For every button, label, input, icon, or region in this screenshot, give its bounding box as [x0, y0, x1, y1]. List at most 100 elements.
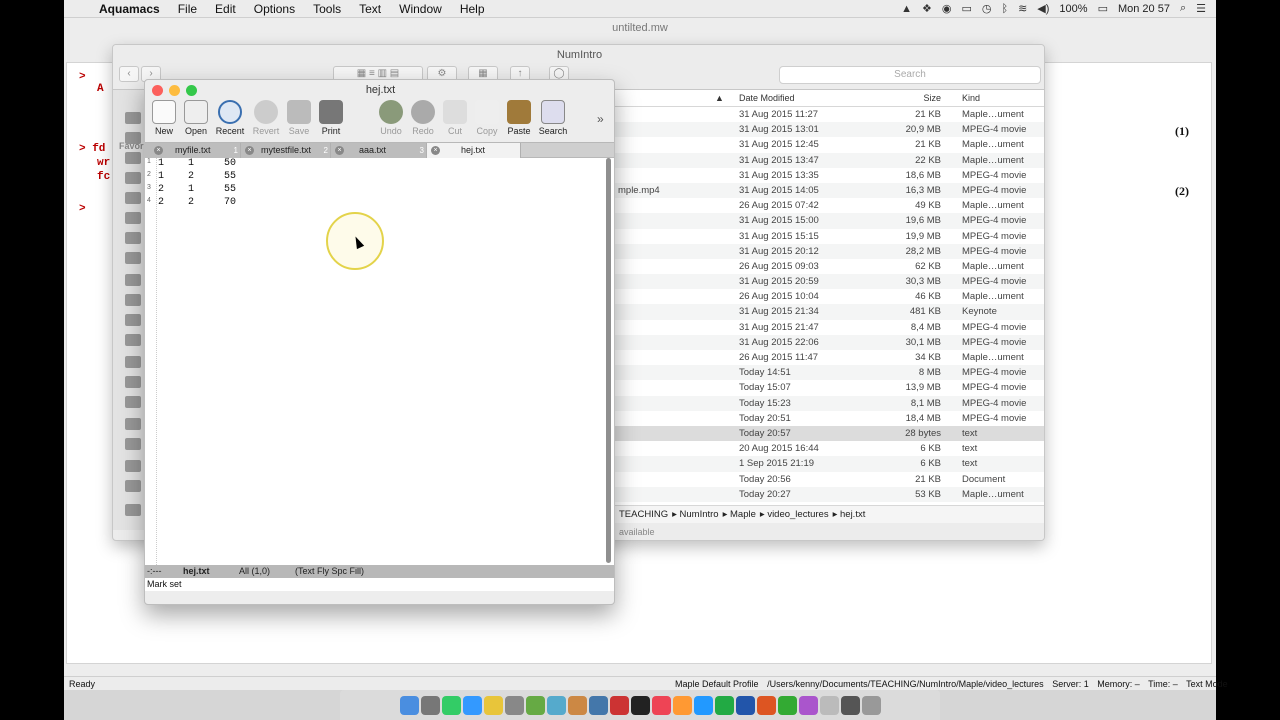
file-row[interactable]: 31 Aug 2015 15:15 19,9 MB MPEG-4 movie	[615, 229, 1044, 244]
sidebar-applications-icon[interactable]	[125, 152, 141, 164]
app-dock-icon[interactable]	[777, 695, 797, 715]
cut-button[interactable]: Cut	[437, 100, 473, 136]
file-row[interactable]: 31 Aug 2015 20:59 30,3 MB MPEG-4 movie	[615, 274, 1044, 290]
file-row[interactable]: 31 Aug 2015 13:47 22 KB Maple…ument	[615, 152, 1044, 168]
tab-mytestfile[interactable]: × mytestfile.txt 2	[241, 143, 331, 158]
sidebar-cloud-icon[interactable]	[125, 132, 141, 144]
sidebar-folder-icon[interactable]	[125, 112, 141, 124]
finder-dock-icon[interactable]	[399, 695, 419, 715]
sidebar-movies-icon[interactable]	[125, 232, 141, 244]
file-row[interactable]: 31 Aug 2015 13:01 20,9 MB MPEG-4 movie	[615, 122, 1044, 138]
file-row[interactable]: 31 Aug 2015 12:45 21 KB Maple…ument	[615, 137, 1044, 152]
time-machine-icon[interactable]: ◷	[982, 2, 992, 15]
sidebar-folder-icon[interactable]	[125, 294, 141, 306]
text-editor[interactable]: 1 1 1 50 2 1 2 55 3 2 1 55 4 2 2 70	[145, 158, 614, 565]
terminal-dock-icon[interactable]	[630, 695, 650, 715]
spotlight-icon[interactable]: ⌕	[1180, 2, 1186, 15]
file-row[interactable]: 20 Aug 2015 16:44 6 KB text	[615, 441, 1044, 456]
sidebar-folder-icon[interactable]	[125, 480, 141, 492]
sidebar-downloads-icon[interactable]	[125, 212, 141, 224]
file-row[interactable]: 31 Aug 2015 21:34 481 KB Keynote	[615, 304, 1044, 320]
sidebar-folder-icon[interactable]	[125, 334, 141, 346]
recent-button[interactable]: Recent	[212, 100, 248, 136]
file-row[interactable]: Today 20:51 18,4 MB MPEG-4 movie	[615, 411, 1044, 426]
search-input[interactable]: Search	[779, 66, 1041, 84]
sort-chevron-icon[interactable]: ▲	[715, 90, 724, 107]
file-row[interactable]: 31 Aug 2015 20:12 28,2 MB MPEG-4 movie	[615, 243, 1044, 259]
app-dock-icon[interactable]	[819, 695, 839, 715]
file-row[interactable]: 31 Aug 2015 11:27 21 KB Maple…ument	[615, 107, 1044, 122]
file-row[interactable]: 31 Aug 2015 21:47 8,4 MB MPEG-4 movie	[615, 320, 1044, 335]
battery-percent[interactable]: 100%	[1059, 3, 1087, 15]
file-row[interactable]: 1 Sep 2015 21:19 6 KB text	[615, 456, 1044, 472]
file-row[interactable]: Today 15:07 13,9 MB MPEG-4 movie	[615, 380, 1044, 395]
notification-center-icon[interactable]: ☰	[1196, 2, 1206, 15]
path-segment[interactable]: video_lectures	[767, 509, 828, 520]
menu-tools[interactable]: Tools	[304, 2, 350, 16]
sidebar-music-icon[interactable]	[125, 252, 141, 264]
dropbox-icon[interactable]: ❖	[922, 2, 932, 15]
file-row[interactable]: Today 20:27 53 KB Maple…ument	[615, 486, 1044, 502]
file-row[interactable]: Today 20:57 28 bytes text	[615, 425, 1044, 442]
sidebar-folder-icon[interactable]	[125, 356, 141, 368]
redo-button[interactable]: Redo	[405, 100, 441, 136]
paste-button[interactable]: Paste	[501, 100, 537, 136]
sidebar-folder-icon[interactable]	[125, 418, 141, 430]
word-dock-icon[interactable]	[735, 695, 755, 715]
sidebar-folder-icon[interactable]	[125, 376, 141, 388]
tab-close-icon[interactable]: ×	[154, 146, 163, 155]
bluetooth-icon[interactable]: ᛒ	[1001, 3, 1008, 15]
path-segment[interactable]: TEACHING	[619, 509, 668, 520]
app-dock-icon[interactable]	[525, 695, 545, 715]
volume-icon[interactable]: ◀)	[1037, 2, 1049, 15]
revert-button[interactable]: Revert	[248, 100, 284, 136]
appstore-dock-icon[interactable]	[693, 695, 713, 715]
minibuffer[interactable]: Mark set	[145, 578, 614, 591]
path-segment[interactable]: Maple	[730, 509, 756, 520]
copy-button[interactable]: Copy	[469, 100, 505, 136]
toolbar-overflow-icon[interactable]: »	[597, 112, 604, 126]
file-row[interactable]: 26 Aug 2015 09:03 62 KB Maple…ument	[615, 259, 1044, 274]
app-dock-icon[interactable]	[483, 695, 503, 715]
menu-window[interactable]: Window	[390, 2, 451, 16]
editor-scrollbar[interactable]	[606, 158, 611, 563]
sidebar-home-icon[interactable]	[125, 504, 141, 516]
app-dock-icon[interactable]	[609, 695, 629, 715]
powerpoint-dock-icon[interactable]	[756, 695, 776, 715]
sidebar-folder-icon[interactable]	[125, 314, 141, 326]
app-dock-icon[interactable]	[567, 695, 587, 715]
search-button[interactable]: Search	[535, 100, 571, 136]
open-button[interactable]: Open	[178, 100, 214, 136]
file-row[interactable]: Today 20:56 21 KB Document	[615, 472, 1044, 487]
safari-dock-icon[interactable]	[462, 695, 482, 715]
tab-close-icon[interactable]: ×	[335, 146, 344, 155]
trash-dock-icon[interactable]	[861, 695, 881, 715]
column-kind-header[interactable]: Kind	[962, 90, 980, 107]
menu-help[interactable]: Help	[451, 2, 494, 16]
file-row[interactable]: 31 Aug 2015 13:35 18,6 MB MPEG-4 movie	[615, 168, 1044, 183]
column-date-header[interactable]: Date Modified	[739, 90, 795, 107]
sidebar-folder-icon[interactable]	[125, 438, 141, 450]
excel-dock-icon[interactable]	[714, 695, 734, 715]
app-dock-icon[interactable]	[588, 695, 608, 715]
path-segment[interactable]: NumIntro	[680, 509, 719, 520]
menu-edit[interactable]: Edit	[206, 2, 245, 16]
app-dock-icon[interactable]	[798, 695, 818, 715]
undo-button[interactable]: Undo	[373, 100, 409, 136]
file-row[interactable]: 26 Aug 2015 11:47 34 KB Maple…ument	[615, 350, 1044, 365]
file-row[interactable]: 31 Aug 2015 15:00 19,6 MB MPEG-4 movie	[615, 213, 1044, 229]
app-dock-icon[interactable]	[672, 695, 692, 715]
app-dock-icon[interactable]	[840, 695, 860, 715]
path-segment[interactable]: hej.txt	[840, 509, 865, 520]
sidebar-desktop-icon[interactable]	[125, 172, 141, 184]
file-row[interactable]: 26 Aug 2015 07:42 49 KB Maple…ument	[615, 198, 1044, 213]
tab-close-icon[interactable]: ×	[431, 146, 440, 155]
menu-file[interactable]: File	[169, 2, 206, 16]
menu-app[interactable]: Aquamacs	[90, 2, 169, 16]
clock[interactable]: Mon 20 57	[1118, 3, 1170, 15]
app-dock-icon[interactable]	[441, 695, 461, 715]
file-row[interactable]: Today 14:51 8 MB MPEG-4 movie	[615, 365, 1044, 381]
sidebar-folder-icon[interactable]	[125, 396, 141, 408]
file-row[interactable]: 31 Aug 2015 22:06 30,1 MB MPEG-4 movie	[615, 334, 1044, 350]
print-button[interactable]: Print	[313, 100, 349, 136]
